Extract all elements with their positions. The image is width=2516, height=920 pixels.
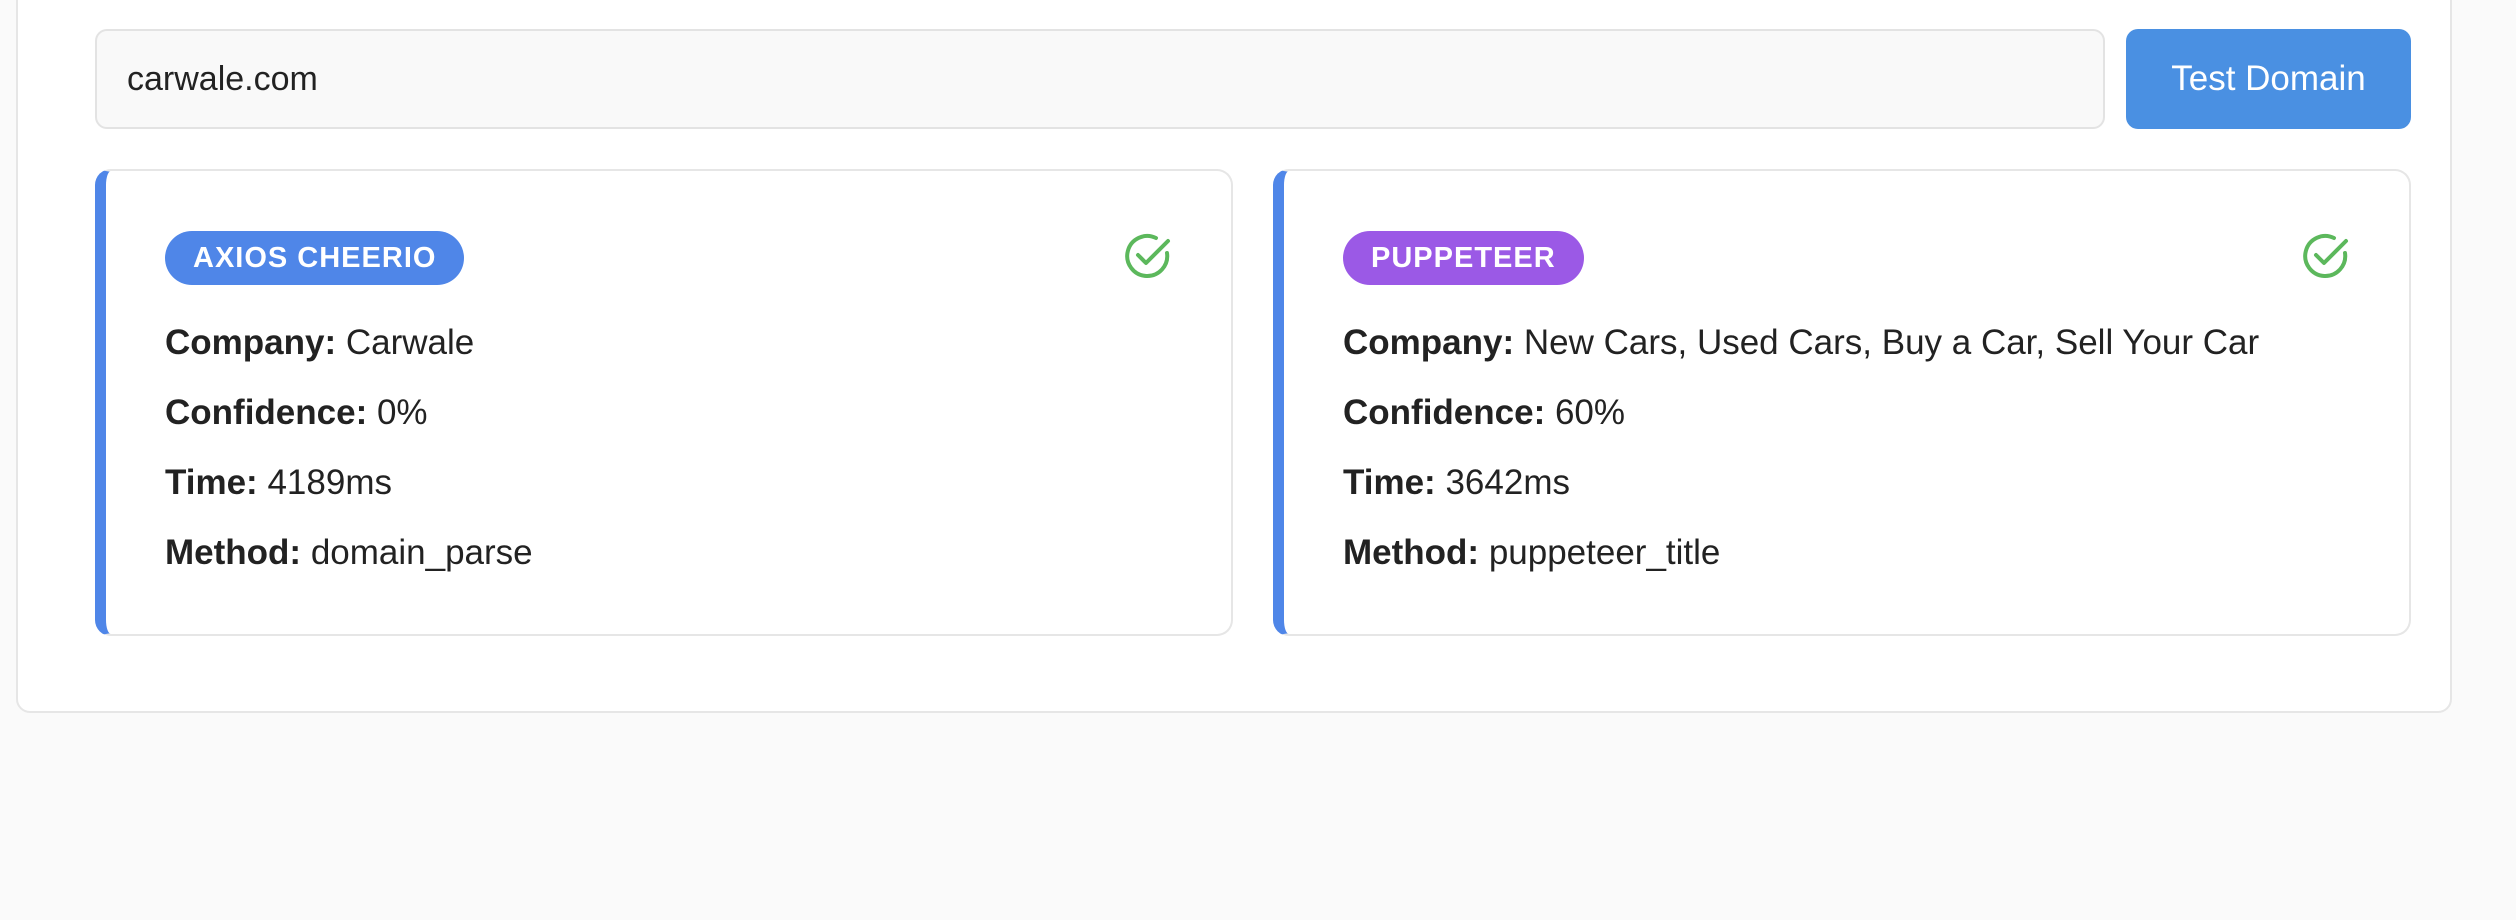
- domain-test-panel: Test Domain AXIOS CHEERIO Company: Carwa…: [16, 0, 2452, 713]
- company-value: New Cars, Used Cars, Buy a Car, Sell You…: [1523, 323, 2260, 362]
- company-value: Carwale: [345, 323, 475, 362]
- confidence-label: Confidence:: [165, 393, 368, 432]
- company-label: Company:: [1343, 323, 1515, 362]
- method-badge: PUPPETEER: [1343, 231, 1584, 285]
- method-value: puppeteer_title: [1488, 533, 1721, 572]
- time-value: 3642ms: [1445, 463, 1570, 502]
- result-card-puppeteer: PUPPETEER Company: New Cars, Used Cars, …: [1273, 169, 2411, 636]
- test-domain-button[interactable]: Test Domain: [2126, 29, 2411, 129]
- search-row: Test Domain: [95, 29, 2411, 129]
- company-field: Company: Carwale: [165, 323, 474, 363]
- result-card-axios-cheerio: AXIOS CHEERIO Company: Carwale Confidenc…: [95, 169, 1233, 636]
- time-field: Time: 4189ms: [165, 463, 392, 503]
- confidence-label: Confidence:: [1343, 393, 1546, 432]
- company-label: Company:: [165, 323, 337, 362]
- time-field: Time: 3642ms: [1343, 463, 1570, 503]
- time-label: Time:: [165, 463, 258, 502]
- time-value: 4189ms: [267, 463, 392, 502]
- method-badge: AXIOS CHEERIO: [165, 231, 465, 285]
- method-field: Method: puppeteer_title: [1343, 533, 1720, 573]
- confidence-field: Confidence: 0%: [165, 393, 428, 433]
- confidence-field: Confidence: 60%: [1343, 393, 1625, 433]
- domain-input[interactable]: [95, 29, 2105, 129]
- confidence-value: 60%: [1554, 393, 1626, 432]
- method-value: domain_parse: [310, 533, 533, 572]
- method-label: Method:: [165, 533, 302, 572]
- check-circle-icon: [2303, 234, 2348, 278]
- check-circle-icon: [1125, 234, 1170, 278]
- company-field: Company: New Cars, Used Cars, Buy a Car,…: [1343, 323, 2259, 363]
- time-label: Time:: [1343, 463, 1436, 502]
- method-label: Method:: [1343, 533, 1480, 572]
- method-field: Method: domain_parse: [165, 533, 533, 573]
- confidence-value: 0%: [376, 393, 428, 432]
